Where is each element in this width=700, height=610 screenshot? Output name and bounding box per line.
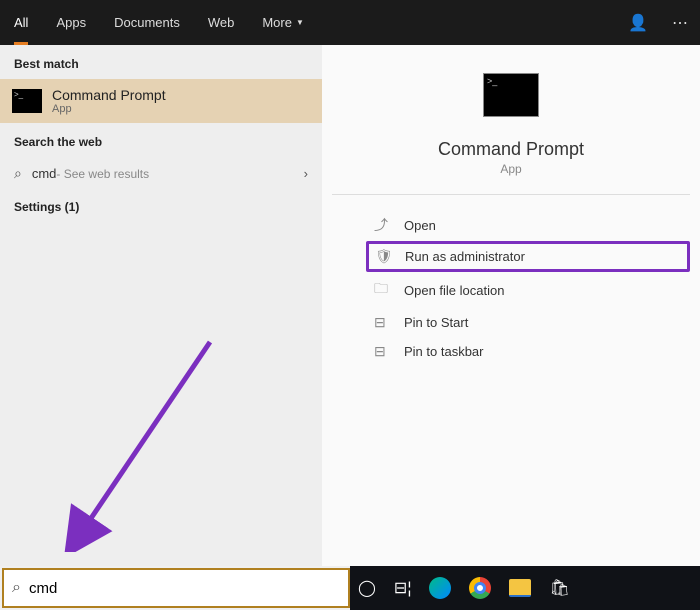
- tab-documents[interactable]: Documents: [100, 0, 194, 45]
- web-result-suffix: - See web results: [56, 167, 149, 181]
- more-options-icon[interactable]: ⋯: [660, 13, 700, 33]
- taskbar: ◯ ⊟¦ 🛍: [350, 566, 700, 610]
- chevron-right-icon: ›: [304, 166, 308, 181]
- action-pin-taskbar[interactable]: ⊟Pin to taskbar: [366, 337, 690, 366]
- app-subtitle: App: [332, 162, 690, 176]
- tab-web[interactable]: Web: [194, 0, 249, 45]
- search-icon: ⌕: [14, 165, 22, 182]
- action-open[interactable]: ⤴Open: [366, 209, 690, 241]
- edge-icon[interactable]: [429, 577, 451, 599]
- best-match-subtitle: App: [52, 103, 166, 115]
- pin-start-icon: ⊟: [374, 314, 394, 331]
- app-thumbnail: [483, 73, 539, 117]
- best-match-label: Best match: [0, 45, 322, 79]
- file-explorer-icon[interactable]: [509, 579, 531, 597]
- admin-icon: 🛡: [375, 248, 395, 265]
- cmd-icon: [12, 89, 42, 113]
- divider: [332, 194, 690, 195]
- action-run-admin[interactable]: 🛡Run as administrator: [366, 241, 690, 272]
- search-input[interactable]: [29, 580, 340, 597]
- store-icon[interactable]: 🛍: [549, 578, 569, 598]
- settings-label[interactable]: Settings (1): [0, 190, 322, 224]
- feedback-icon[interactable]: 👤: [616, 13, 660, 33]
- folder-icon: 🗀: [374, 278, 394, 302]
- search-web-label: Search the web: [0, 123, 322, 157]
- tab-all[interactable]: All: [0, 0, 42, 45]
- best-match-title: Command Prompt: [52, 87, 166, 103]
- chrome-icon[interactable]: [469, 577, 491, 599]
- web-result-query: cmd: [32, 166, 57, 181]
- search-box[interactable]: ⌕: [2, 568, 350, 608]
- tab-apps[interactable]: Apps: [42, 0, 100, 45]
- timeline-icon[interactable]: ⊟¦: [394, 578, 412, 598]
- detail-panel: Command Prompt App ⤴Open 🛡Run as adminis…: [322, 45, 700, 566]
- web-result-item[interactable]: ⌕ cmd - See web results ›: [0, 157, 322, 190]
- action-open-location[interactable]: 🗀Open file location: [366, 272, 690, 308]
- app-title: Command Prompt: [332, 139, 690, 160]
- best-match-item[interactable]: Command Prompt App: [0, 79, 322, 123]
- action-pin-start[interactable]: ⊟Pin to Start: [366, 308, 690, 337]
- search-input-icon: ⌕: [12, 579, 21, 597]
- annotation-arrow: [20, 332, 240, 552]
- tab-more[interactable]: More▼: [248, 0, 318, 45]
- task-view-icon[interactable]: ◯: [358, 578, 376, 598]
- pin-taskbar-icon: ⊟: [374, 343, 394, 360]
- open-icon: ⤴: [374, 215, 394, 235]
- tab-bar: All Apps Documents Web More▼ 👤 ⋯: [0, 0, 700, 45]
